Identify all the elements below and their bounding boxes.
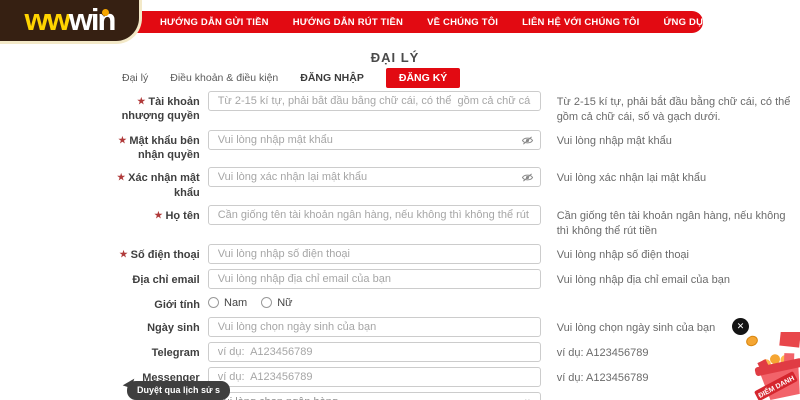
telegram-input[interactable] [208,342,541,362]
close-icon: ✕ [737,321,745,332]
radio-icon[interactable] [261,297,272,308]
form-row-confirm-password: ★Xác nhận mật khẩu Vui lòng xác nhận lại… [94,167,794,200]
eye-off-icon[interactable] [521,172,534,183]
field-hint: Vui lòng nhập số điện thoại [557,244,794,263]
field-label: Xác nhận mật khẩu [128,172,200,198]
tab-register[interactable]: ĐĂNG KÝ [386,68,460,88]
register-form: ★Tài khoản nhượng quyền Từ 2-15 kí tự, p… [94,91,794,400]
tab-login[interactable]: ĐĂNG NHẬP [300,72,364,84]
form-row-full-name: ★Họ tên Cần giống tên tài khoản ngân hàn… [94,205,794,239]
nav-item-contact-us[interactable]: LIÊN HỆ VỚI CHÚNG TÔI [522,17,639,28]
logo-i-dot [101,8,109,16]
messenger-input[interactable] [208,367,541,387]
bank-select[interactable]: Vui lòng chọn ngân hàng ⌄ [208,392,541,400]
field-hint: Vui lòng nhập địa chỉ email của bạn [557,269,794,288]
checkin-gift-promo[interactable]: ĐIỂM DANH [744,332,800,400]
full-name-input[interactable] [208,205,541,225]
radio-option-female[interactable]: Nữ [261,297,292,309]
required-icon: ★ [118,135,126,145]
phone-input[interactable] [208,244,541,264]
form-row-birthday: Ngày sinh Vui lòng chọn ngày sinh của bạ… [94,317,794,337]
field-hint: Vui lòng nhập mật khẩu [557,130,794,149]
field-hint: Từ 2-15 kí tự, phải bắt đầu bằng chữ cái… [557,91,794,125]
required-icon: ★ [154,210,162,220]
form-row-password: ★Mật khẩu bên nhận quyền Vui lòng nhập m… [94,130,794,163]
nav-item-about-us[interactable]: VỀ CHÚNG TÔI [427,17,498,28]
field-hint [309,294,547,298]
nav-item-mobile-app[interactable]: ỨNG DỤNG ĐIỆN THOẠI DI ĐỘNG [663,17,800,28]
form-row-gender: Giới tính Nam Nữ [94,294,794,312]
field-label: Họ tên [165,210,199,222]
radio-icon[interactable] [208,297,219,308]
promo-close-button[interactable]: ✕ [732,318,749,335]
brand-logo[interactable]: wwwin [0,0,142,44]
field-hint: Cần giống tên tài khoản ngân hàng, nếu k… [557,205,794,239]
required-icon: ★ [117,172,125,182]
form-row-email: Địa chỉ email Vui lòng nhập địa chỉ emai… [94,269,794,289]
email-input[interactable] [208,269,541,289]
field-hint: Vui lòng xác nhận lại mật khẩu [557,167,794,186]
eye-off-icon[interactable] [521,135,534,146]
password-input[interactable] [208,130,541,150]
field-label: Giới tính [154,299,200,311]
history-tooltip: Duyệt qua lịch sử s [127,381,230,400]
top-navbar: HƯỚNG DẪN GỬI TIỀN HƯỚNG DẪN RÚT TIỀN VỀ… [120,11,703,33]
form-row-franchise-account: ★Tài khoản nhượng quyền Từ 2-15 kí tự, p… [94,91,794,125]
field-label: Telegram [152,347,200,359]
page-title: ĐẠI LÝ [0,50,790,65]
nav-item-withdraw-guide[interactable]: HƯỚNG DẪN RÚT TIỀN [293,17,403,28]
field-label: Mật khẩu bên nhận quyền [129,135,199,161]
chevron-down-icon: ⌄ [523,395,531,400]
gender-radio-group: Nam Nữ [208,294,293,309]
birthday-input[interactable] [208,317,541,337]
tab-bar: Đại lý Điều khoản & điều kiện ĐĂNG NHẬP … [122,68,460,88]
radio-option-male[interactable]: Nam [208,297,247,309]
nav-item-deposit-guide[interactable]: HƯỚNG DẪN GỬI TIỀN [160,17,269,28]
confirm-password-input[interactable] [208,167,541,187]
franchise-account-input[interactable] [208,91,541,111]
field-label: Ngày sinh [147,322,200,334]
form-row-telegram: Telegram ví dụ: A123456789 [94,342,794,362]
form-row-phone: ★Số điện thoại Vui lòng nhập số điện tho… [94,244,794,264]
bank-select-value: Vui lòng chọn ngân hàng [217,396,338,400]
tab-terms[interactable]: Điều khoản & điều kiện [170,72,278,84]
registration-page: HƯỚNG DẪN GỬI TIỀN HƯỚNG DẪN RÚT TIỀN VỀ… [0,0,800,400]
field-label: Số điện thoại [131,249,200,261]
gold-coin-icon [745,335,759,348]
tab-agent[interactable]: Đại lý [122,72,148,84]
field-label: Tài khoản nhượng quyền [122,96,200,122]
required-icon: ★ [120,249,128,259]
required-icon: ★ [137,96,145,106]
field-label: Địa chỉ email [132,274,199,286]
